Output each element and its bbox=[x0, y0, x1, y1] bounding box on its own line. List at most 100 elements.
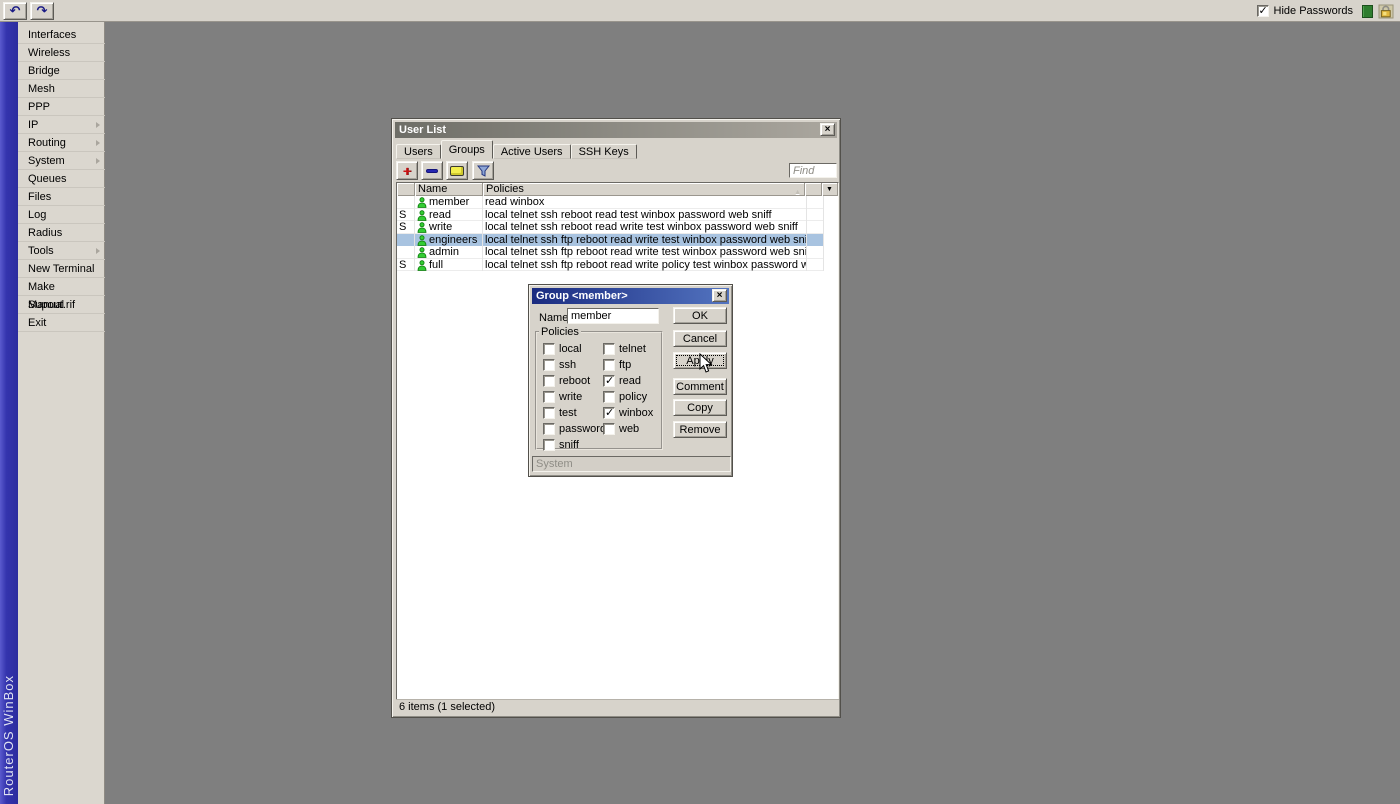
policy-write[interactable]: ✓write bbox=[543, 390, 582, 403]
top-toolbar: ↶ ↷ ✓ Hide Passwords bbox=[0, 0, 1400, 22]
column-header-name[interactable]: Name bbox=[415, 183, 483, 196]
sidebar-item-interfaces[interactable]: Interfaces bbox=[18, 26, 105, 44]
cancel-button[interactable]: Cancel bbox=[673, 330, 727, 347]
check-icon: ✓ bbox=[1258, 5, 1268, 17]
remove-icon bbox=[426, 168, 438, 173]
table-row[interactable]: S full local telnet ssh ftp reboot read … bbox=[397, 258, 838, 271]
policy-password[interactable]: ✓password bbox=[543, 422, 606, 435]
checkbox[interactable]: ✓ bbox=[543, 374, 555, 387]
find-input[interactable] bbox=[789, 163, 837, 178]
checkbox[interactable]: ✓ bbox=[603, 406, 615, 419]
chevron-down-icon: ▼ bbox=[826, 186, 833, 193]
dialog-status-bar: System bbox=[532, 456, 731, 472]
checkbox[interactable]: ✓ bbox=[543, 390, 555, 403]
window-title: User List bbox=[399, 124, 447, 136]
sidebar-item-tools[interactable]: Tools bbox=[18, 242, 105, 260]
sidebar-item-new-terminal[interactable]: New Terminal bbox=[18, 260, 105, 278]
table-row[interactable]: member read winbox bbox=[397, 196, 838, 209]
checkbox[interactable]: ✓ bbox=[543, 422, 555, 435]
tab-groups[interactable]: Groups bbox=[440, 140, 493, 159]
sidebar-item-queues[interactable]: Queues bbox=[18, 170, 105, 188]
status-bar: 6 items (1 selected) bbox=[396, 699, 839, 713]
policy-policy[interactable]: ✓policy bbox=[603, 390, 647, 403]
policy-ssh[interactable]: ✓ssh bbox=[543, 358, 576, 371]
group-dialog-titlebar[interactable]: Group <member> × bbox=[532, 288, 729, 304]
redo-icon: ↷ bbox=[36, 2, 48, 18]
table-row[interactable]: S write local telnet ssh reboot read wri… bbox=[397, 221, 838, 234]
policy-winbox[interactable]: ✓ winbox bbox=[603, 406, 653, 419]
checkbox[interactable]: ✓ bbox=[603, 358, 615, 371]
group-user-icon bbox=[417, 222, 427, 234]
sidebar-item-manual[interactable]: Manual bbox=[18, 296, 105, 314]
policy-ftp[interactable]: ✓ftp bbox=[603, 358, 631, 371]
checkbox[interactable]: ✓ bbox=[543, 438, 555, 451]
comment-button[interactable] bbox=[446, 161, 468, 180]
brand-stripe: RouterOS WinBox bbox=[0, 22, 18, 804]
policy-telnet[interactable]: ✓telnet bbox=[603, 342, 646, 355]
sidebar: Interfaces Wireless Bridge Mesh PPP IP R… bbox=[18, 22, 105, 804]
checkbox[interactable]: ✓ bbox=[603, 422, 615, 435]
sidebar-item-exit[interactable]: Exit bbox=[18, 314, 105, 332]
tab-ssh-keys[interactable]: SSH Keys bbox=[570, 144, 637, 159]
sidebar-item-system[interactable]: System bbox=[18, 152, 105, 170]
table-row-selected[interactable]: engineers local telnet ssh ftp reboot re… bbox=[397, 233, 838, 246]
hide-passwords-label: Hide Passwords bbox=[1273, 5, 1353, 17]
checkbox[interactable]: ✓ bbox=[543, 358, 555, 371]
sidebar-item-make-supout[interactable]: Make Supout.rif bbox=[18, 278, 105, 311]
table-row[interactable]: admin local telnet ssh ftp reboot read w… bbox=[397, 246, 838, 259]
undo-button[interactable]: ↶ bbox=[3, 1, 27, 20]
undo-icon: ↶ bbox=[9, 2, 21, 18]
remove-button[interactable] bbox=[421, 161, 443, 180]
column-header-policies[interactable]: Policies ▲ bbox=[483, 183, 805, 196]
copy-button[interactable]: Copy bbox=[673, 399, 727, 416]
policy-sniff[interactable]: ✓sniff bbox=[543, 438, 579, 451]
sidebar-item-ip[interactable]: IP bbox=[18, 116, 105, 134]
hide-passwords-checkbox[interactable]: ✓ bbox=[1256, 5, 1269, 17]
ok-button[interactable]: OK bbox=[673, 307, 727, 324]
filter-button[interactable] bbox=[472, 161, 494, 180]
sidebar-item-wireless[interactable]: Wireless bbox=[18, 44, 105, 62]
policies-legend: Policies bbox=[541, 326, 579, 338]
sidebar-item-ppp[interactable]: PPP bbox=[18, 98, 105, 116]
tab-active-users[interactable]: Active Users bbox=[492, 144, 571, 159]
policy-test[interactable]: ✓test bbox=[543, 406, 577, 419]
group-dialog: Group <member> × Name: Policies ✓local ✓… bbox=[528, 284, 733, 477]
checkbox[interactable]: ✓ bbox=[603, 390, 615, 403]
group-user-icon bbox=[417, 210, 427, 221]
policy-local[interactable]: ✓local bbox=[543, 342, 582, 355]
remove-button[interactable]: Remove bbox=[673, 421, 727, 438]
column-header-flags[interactable] bbox=[397, 183, 415, 196]
comment-button[interactable]: Comment bbox=[673, 378, 727, 395]
connection-status-icon bbox=[1362, 4, 1373, 18]
checkbox[interactable]: ✓ bbox=[543, 406, 555, 419]
user-list-titlebar[interactable]: User List × bbox=[395, 122, 837, 138]
filter-funnel-icon bbox=[476, 165, 490, 177]
checkbox[interactable]: ✓ bbox=[543, 342, 555, 355]
policy-reboot[interactable]: ✓reboot bbox=[543, 374, 590, 387]
checkbox[interactable]: ✓ bbox=[603, 374, 615, 387]
sidebar-item-radius[interactable]: Radius bbox=[18, 224, 105, 242]
add-button[interactable]: + bbox=[396, 161, 418, 180]
checkbox[interactable]: ✓ bbox=[603, 342, 615, 355]
group-user-icon bbox=[417, 247, 427, 259]
group-name-field[interactable] bbox=[567, 308, 659, 324]
policy-read[interactable]: ✓ read bbox=[603, 374, 641, 387]
sidebar-item-mesh[interactable]: Mesh bbox=[18, 80, 105, 98]
tab-users[interactable]: Users bbox=[396, 144, 441, 159]
table-row[interactable]: S read local telnet ssh reboot read test… bbox=[397, 208, 838, 221]
column-header-spacer bbox=[805, 183, 822, 196]
redo-button[interactable]: ↷ bbox=[30, 1, 54, 20]
submenu-arrow-icon bbox=[96, 122, 100, 128]
close-icon[interactable]: × bbox=[820, 123, 835, 136]
column-options-button[interactable]: ▼ bbox=[822, 183, 838, 196]
tab-bar: Users Groups Active Users SSH Keys bbox=[396, 140, 637, 159]
table-header: Name Policies ▲ ▼ bbox=[397, 183, 838, 196]
close-icon[interactable]: × bbox=[712, 289, 727, 302]
sidebar-item-bridge[interactable]: Bridge bbox=[18, 62, 105, 80]
sidebar-item-routing[interactable]: Routing bbox=[18, 134, 105, 152]
sidebar-item-log[interactable]: Log bbox=[18, 206, 105, 224]
sidebar-item-files[interactable]: Files bbox=[18, 188, 105, 206]
comment-icon bbox=[450, 165, 464, 176]
mouse-cursor bbox=[699, 353, 713, 373]
policy-web[interactable]: ✓web bbox=[603, 422, 639, 435]
